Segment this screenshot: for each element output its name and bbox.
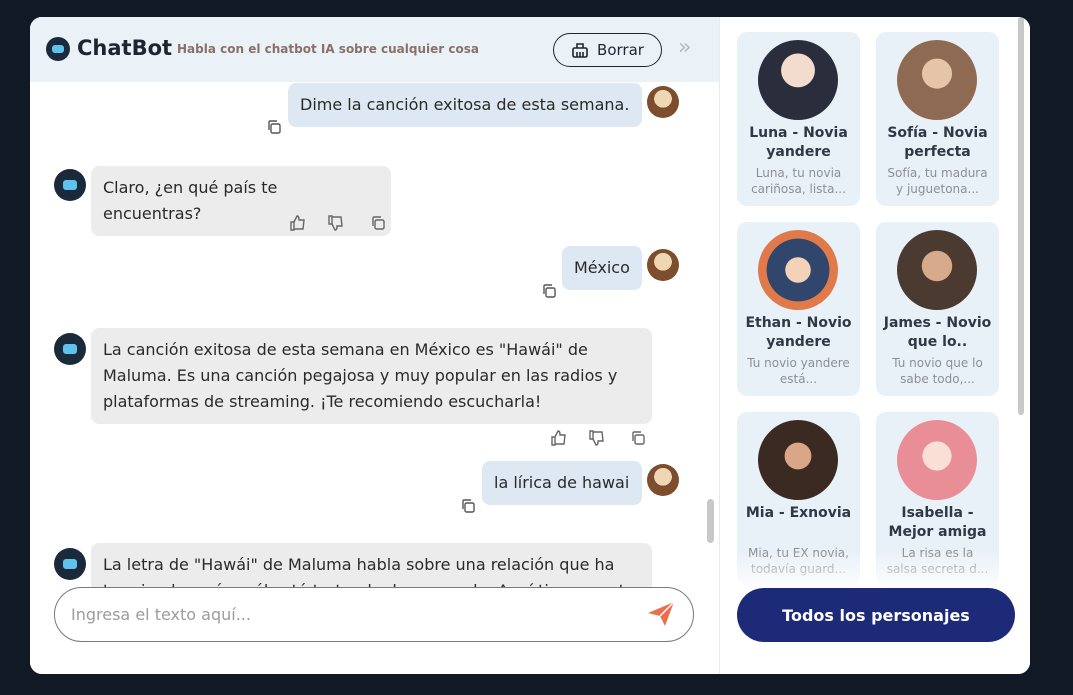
clear-chat-label: Borrar <box>597 41 644 59</box>
character-name: Isabella - Mejor amiga <box>888 505 987 540</box>
message-list[interactable]: Dime la canción exitosa de esta semana. … <box>30 82 719 589</box>
character-grid: Luna - Novia yandere Luna, tu novia cari… <box>737 32 1007 592</box>
thumbs-down-icon[interactable] <box>588 429 606 447</box>
character-scrollbar[interactable] <box>1018 17 1024 415</box>
send-icon <box>648 601 675 626</box>
character-description: Tu novio yandere está... <box>747 356 850 386</box>
avatar-ethan-icon <box>758 230 838 310</box>
character-description: Tu novio que lo sabe todo,... <box>892 356 983 386</box>
chat-panel: ChatBot Habla con el chatbot IA sobre cu… <box>30 17 719 674</box>
user-avatar <box>647 249 679 281</box>
copy-icon[interactable] <box>541 283 557 299</box>
chatbot-logo-icon <box>46 37 70 61</box>
thumbs-up-icon[interactable] <box>550 429 568 447</box>
character-name: Ethan - Novio yandere <box>745 315 852 350</box>
brand-name: ChatBot <box>77 36 173 60</box>
clear-chat-button[interactable]: Borrar <box>553 33 662 67</box>
character-name: James - Novio que lo.. <box>883 315 992 350</box>
character-panel: Luna - Novia yandere Luna, tu novia cari… <box>719 17 1030 674</box>
bot-avatar <box>54 548 86 580</box>
character-name: Luna - Novia yandere <box>749 125 848 160</box>
bot-avatar <box>54 169 86 201</box>
character-card-sofia[interactable]: Sofía - Novia perfecta Sofía, tu madura … <box>876 32 999 206</box>
character-description: Luna, tu novia cariñosa, lista... <box>751 166 846 196</box>
user-message: México <box>562 246 642 290</box>
avatar-james-icon <box>897 230 977 310</box>
bot-message: La letra de "Hawái" de Maluma habla sobr… <box>91 543 652 589</box>
avatar-isabella-icon <box>897 420 977 500</box>
user-avatar <box>647 86 679 118</box>
thumbs-up-icon[interactable] <box>289 214 307 232</box>
character-card-luna[interactable]: Luna - Novia yandere Luna, tu novia cari… <box>737 32 860 206</box>
all-characters-button[interactable]: Todos los personajes <box>737 588 1015 642</box>
avatar-mia-icon <box>758 420 838 500</box>
copy-icon[interactable] <box>370 215 386 231</box>
chat-input-box <box>54 587 694 642</box>
chat-input[interactable] <box>71 588 631 640</box>
bot-message: La canción exitosa de esta semana en Méx… <box>91 328 652 424</box>
user-message: la lírica de hawai <box>482 461 642 505</box>
avatar-luna-icon <box>758 40 838 120</box>
character-card-james[interactable]: James - Novio que lo.. Tu novio que lo s… <box>876 222 999 396</box>
character-card-ethan[interactable]: Ethan - Novio yandere Tu novio yandere e… <box>737 222 860 396</box>
chat-scrollbar[interactable] <box>707 499 714 543</box>
bot-avatar <box>54 333 86 365</box>
avatar-sofia-icon <box>897 40 977 120</box>
character-name: Mia - Exnovia <box>745 505 852 521</box>
copy-icon[interactable] <box>630 430 646 446</box>
thumbs-down-icon[interactable] <box>327 214 345 232</box>
copy-icon[interactable] <box>266 119 282 135</box>
character-description: Sofía, tu madura y juguetona... <box>887 166 988 196</box>
copy-icon[interactable] <box>460 498 476 514</box>
collapse-panel-icon[interactable]: » <box>678 37 691 59</box>
brand-tagline: Habla con el chatbot IA sobre cualquier … <box>177 42 479 56</box>
character-name: Sofía - Novia perfecta <box>887 125 988 160</box>
broom-icon <box>572 43 588 58</box>
user-avatar <box>647 464 679 496</box>
bot-message: Claro, ¿en qué país te encuentras? <box>91 166 391 236</box>
user-message: Dime la canción exitosa de esta semana. <box>288 83 642 127</box>
chat-header: ChatBot Habla con el chatbot IA sobre cu… <box>30 17 719 82</box>
app-window: ChatBot Habla con el chatbot IA sobre cu… <box>30 17 1030 674</box>
grid-fade-overlay <box>737 552 1007 592</box>
send-button[interactable] <box>645 600 677 630</box>
